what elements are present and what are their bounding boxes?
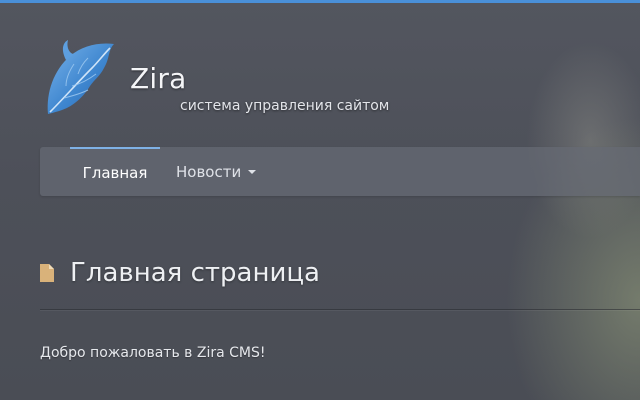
top-accent-bar xyxy=(0,0,640,3)
document-icon xyxy=(40,264,54,282)
heading-divider xyxy=(40,309,640,310)
nav-item-home-label: Главная xyxy=(82,163,148,182)
nav-item-news-dropdown[interactable]: Новости xyxy=(176,147,257,196)
nav-item-home[interactable]: Главная xyxy=(70,147,160,196)
main-navbar: Главная Новости xyxy=(40,147,640,196)
nav-item-news-label: Новости xyxy=(176,162,242,181)
page-heading: Главная страница xyxy=(40,258,320,288)
leaf-icon[interactable] xyxy=(44,40,118,118)
welcome-text: Добро пожаловать в Zira CMS! xyxy=(40,345,266,361)
site-title[interactable]: Zira xyxy=(130,62,186,95)
site-subtitle: система управления сайтом xyxy=(180,98,390,114)
page-title: Главная страница xyxy=(70,258,320,288)
caret-down-icon xyxy=(248,169,257,174)
